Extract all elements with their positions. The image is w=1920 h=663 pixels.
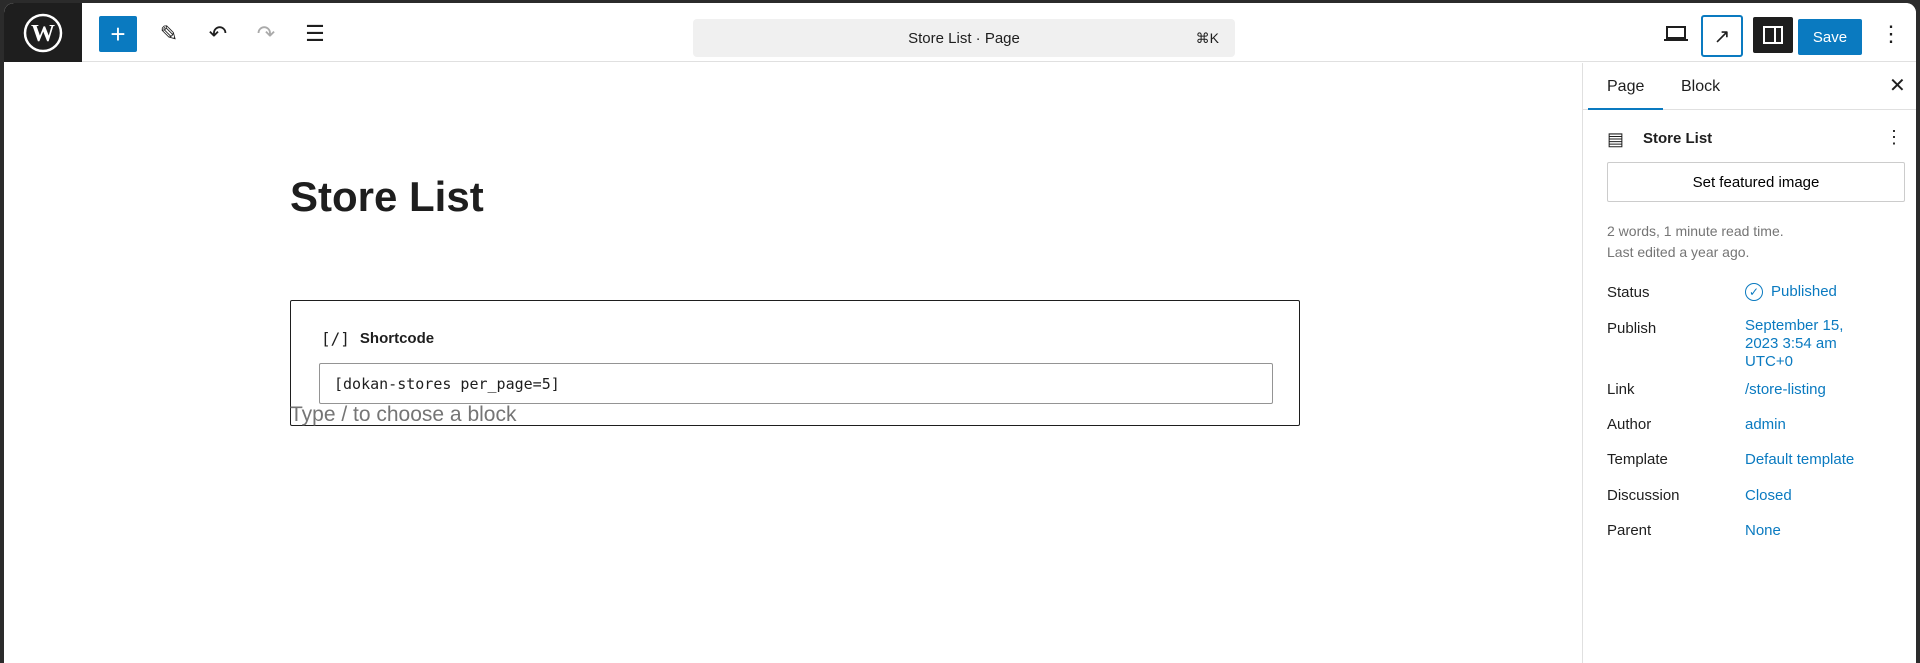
options-menu-button[interactable]: ⋮	[1876, 16, 1906, 52]
settings-sidebar: Page Block ✕ ▤ Store List ⋮ Set featured…	[1582, 63, 1916, 663]
undo-button[interactable]: ↶	[199, 16, 237, 52]
publish-label: Publish	[1607, 320, 1657, 337]
page-actions-menu-icon[interactable]: ⋮	[1885, 127, 1903, 148]
link-label: Link	[1607, 381, 1635, 398]
shortcode-icon: [/]	[321, 329, 350, 348]
shortcode-input[interactable]	[319, 363, 1273, 404]
wordpress-logo-button[interactable]: W	[4, 3, 82, 62]
wordpress-icon: W	[23, 13, 63, 52]
document-overview-button[interactable]: ☰	[296, 16, 334, 52]
command-palette-button[interactable]: Store List · Page ⌘K	[693, 19, 1235, 57]
tools-button[interactable]: ✎	[150, 16, 188, 52]
top-toolbar: W + ✎ ↶ ↷ ☰ Store List · Page ⌘K ↗ Save ⋮	[4, 3, 1916, 62]
parent-value[interactable]: None	[1745, 522, 1781, 540]
settings-toggle-button[interactable]	[1753, 17, 1793, 53]
editor-window: W + ✎ ↶ ↷ ☰ Store List · Page ⌘K ↗ Save ⋮…	[4, 3, 1916, 663]
redo-icon: ↷	[256, 21, 276, 46]
sidebar-icon	[1763, 26, 1783, 44]
page-title[interactable]: Store List	[290, 173, 484, 221]
page-icon: ▤	[1607, 129, 1625, 149]
add-block-button[interactable]: +	[99, 16, 137, 52]
word-count: 2 words, 1 minute read time.	[1607, 223, 1784, 239]
undo-icon: ↶	[208, 21, 228, 46]
tab-block[interactable]: Block	[1681, 78, 1720, 96]
external-link-icon: ↗	[1713, 25, 1731, 48]
close-icon[interactable]: ✕	[1889, 73, 1906, 98]
editor-canvas: Store List [/] Shortcode Type / to choose…	[4, 63, 1582, 663]
status-label: Status	[1607, 284, 1650, 301]
status-value[interactable]: ✓ Published	[1745, 283, 1837, 301]
shortcode-label: Shortcode	[359, 330, 435, 347]
set-featured-image-button[interactable]: Set featured image	[1607, 162, 1905, 202]
plus-icon: +	[110, 18, 126, 49]
author-label: Author	[1607, 416, 1652, 433]
preview-button[interactable]	[1657, 16, 1695, 52]
block-placeholder[interactable]: Type / to choose a block	[290, 403, 516, 427]
view-page-button[interactable]: ↗	[1701, 15, 1743, 57]
svg-text:W: W	[31, 21, 55, 47]
template-label: Template	[1607, 451, 1668, 468]
template-value[interactable]: Default template	[1745, 451, 1854, 469]
author-value[interactable]: admin	[1745, 416, 1786, 434]
check-circle-icon: ✓	[1745, 283, 1763, 301]
pencil-icon: ✎	[159, 21, 179, 46]
parent-label: Parent	[1607, 522, 1652, 539]
discussion-label: Discussion	[1607, 487, 1680, 504]
list-view-icon: ☰	[305, 21, 325, 46]
publish-value[interactable]: September 15, 2023 3:54 am UTC+0	[1745, 317, 1865, 371]
last-edited: Last edited a year ago.	[1607, 244, 1750, 260]
tab-page[interactable]: Page	[1587, 78, 1664, 110]
sidebar-page-title: Store List	[1643, 130, 1713, 147]
discussion-value[interactable]: Closed	[1745, 487, 1792, 505]
link-value[interactable]: /store-listing	[1745, 381, 1826, 399]
save-button[interactable]: Save	[1798, 19, 1862, 55]
more-vertical-icon: ⋮	[1880, 21, 1902, 46]
redo-button[interactable]: ↷	[247, 16, 285, 52]
desktop-icon	[1664, 26, 1688, 41]
